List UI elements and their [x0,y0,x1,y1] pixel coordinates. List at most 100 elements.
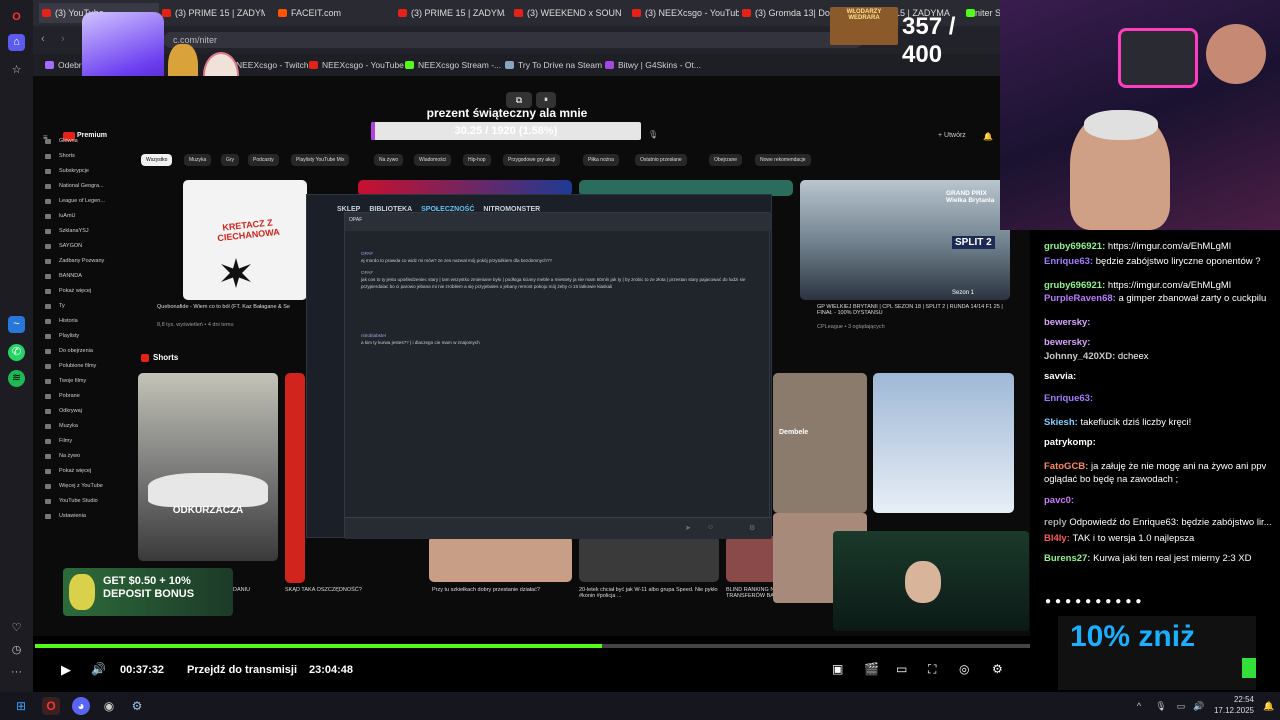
filter-chip[interactable]: Wszystko [141,154,173,166]
sidebar-item[interactable]: Odkrywaj [41,404,131,419]
history-icon[interactable]: ◷ [8,642,25,659]
play-icon[interactable]: ▶ [61,662,71,678]
chat-username[interactable]: Skiesh: [1044,417,1078,428]
chevron-up-icon[interactable]: ^ [1130,697,1148,715]
short-title[interactable]: Przy tu szkiełkach dobry przestanie dzia… [432,587,540,593]
sidebar-item[interactable]: Historia [41,314,131,329]
filter-chip[interactable]: Ostatnio przesłane [635,154,687,166]
chat-message[interactable]: savvia: [1044,370,1274,383]
chat-username[interactable]: bewersky: [1044,317,1090,328]
theater-icon[interactable]: ▭ [896,662,907,676]
sidebar-item[interactable]: Do obejrzenia [41,344,131,359]
clock-time[interactable]: 22:54 [1204,695,1254,704]
sidebar-item[interactable]: Twoje filmy [41,374,131,389]
thumbnail-grand-prix[interactable]: GRAND PRIX Wielka Brytania SPLIT 2 Sezon… [800,180,1010,300]
short-title[interactable]: DANIU [233,587,250,593]
chat-message[interactable]: Enrique63: [1044,392,1274,405]
short-title[interactable]: SKĄD TAKA OSZCZĘDNOŚĆ? [285,587,362,593]
volume-icon[interactable]: 🔊 [91,662,106,676]
chat-username[interactable]: bewersky: [1044,337,1090,348]
chat-message[interactable]: Bl4ly: TAK i to wersja 1.0 najlepsza [1044,532,1274,545]
speed-icon[interactable]: ◎ [959,662,969,676]
filter-chip[interactable]: Piłka nożna [583,154,619,166]
short-red[interactable] [285,373,305,583]
bookmark-steam[interactable]: Try To Drive na Steam [505,57,602,73]
sidebar-item[interactable]: SzklanaYSJ [41,224,131,239]
filter-chip[interactable]: Hip-hop [463,154,491,166]
notification-icon[interactable]: 🔔 [1260,697,1278,715]
video-title[interactable]: Quebonafide - Wiem co to ból (FT. Kaz Ba… [157,304,290,310]
tab-weekend[interactable]: (3) WEEKEND x SOUN [511,3,623,23]
tab-prime-2[interactable]: (3) PRIME 15 | ZADYMA [395,3,505,23]
seek-bar[interactable] [35,644,1030,648]
sidebar-item[interactable]: National Geogra... [41,179,131,194]
go-live-button[interactable]: Przejdź do transmisji [187,664,297,676]
pip-icon[interactable]: ▣ [832,662,843,676]
sidebar-item[interactable]: Filmy [41,434,131,449]
sidebar-item[interactable]: Polubione filmy [41,359,131,374]
chat-username[interactable]: patrykomp: [1044,437,1096,448]
sidebar-item[interactable]: Pokaż więcej [41,284,131,299]
bookmark-youtube[interactable]: NEEXcsgo - YouTube [309,57,404,73]
discord-icon[interactable]: ◕ [72,697,90,715]
chat-message[interactable]: pavc0: [1044,494,1274,507]
chat-message[interactable]: Enrique63: będzie zabójstwo liryczne opo… [1044,255,1274,268]
opera-logo-icon[interactable]: O [8,9,25,26]
steam-icon[interactable]: ⚙ [128,697,146,715]
chat-username[interactable]: gruby696921: [1044,280,1105,291]
filter-chip[interactable]: Muzyka [184,154,212,166]
sidebar-item[interactable]: Na żywo [41,449,131,464]
short-szkielka[interactable] [429,536,572,582]
chat-message[interactable]: PurpleRaven68: a gimper zbanował zarty o… [1044,292,1274,305]
heart-icon[interactable]: ♡ [8,620,25,637]
chat-username[interactable]: Enrique63: [1044,256,1093,267]
filter-chip[interactable]: Playlisty YouTube Mix [291,154,350,166]
chat-message[interactable]: Burens27: Kurwa jaki ten real jest miern… [1044,552,1274,565]
chat-username[interactable]: PurpleRaven68: [1044,293,1116,304]
short-dembele[interactable]: Dembele [773,373,867,513]
short-odkurzacza[interactable]: ODKURZACZA [138,373,278,561]
chat-username[interactable]: Enrique63: [1044,393,1093,404]
sidebar-item[interactable]: Shorts [41,149,131,164]
chat-username[interactable]: pavc0: [1044,495,1074,506]
mic-icon[interactable]: 🎙 [1152,697,1170,715]
sidebar-item[interactable]: YouTube Studio [41,494,131,509]
chat-message[interactable]: Skiesh: takefiucik dziś liczby kręci! [1044,416,1274,429]
network-icon[interactable]: ▭ [1172,697,1190,715]
deposit-bonus-banner[interactable]: GET $0.50 + 10% DEPOSIT BONUS [63,568,233,616]
filter-chip[interactable]: Na żywo [374,154,404,166]
send-icon[interactable]: ➤ [685,524,691,532]
tab-neexcsgo[interactable]: (3) NEEXcsgo - YouTube [629,3,739,23]
filter-chip[interactable]: Gry [221,154,240,166]
emoji-icon[interactable]: ☺ [707,524,714,531]
create-button[interactable]: + Utwórz [938,132,966,139]
more-icon[interactable]: ··· [8,664,25,681]
sidebar-item[interactable]: Muzyka [41,419,131,434]
back-icon[interactable]: ‹ [41,33,45,45]
chat-message[interactable]: Johnny_420XD: dcheex [1044,350,1274,363]
tab-prime-1[interactable]: (3) PRIME 15 | ZADYMA [159,3,265,23]
gear-icon[interactable]: ⚙ [992,662,1003,676]
short-snow[interactable] [873,373,1014,513]
chat-username[interactable]: Bl4ly: [1044,533,1070,544]
bookmark-odebr[interactable]: Odebr [45,57,82,73]
settings-icon[interactable]: ⚙ [749,524,755,532]
filter-chip[interactable]: Wiadomości [414,154,452,166]
bell-icon[interactable]: 🔔 [983,132,993,141]
whatsapp-icon[interactable]: ✆ [8,344,25,361]
video-title[interactable]: GP WIELKIEJ BRYTANII | CPL SEZON 18 | SP… [817,304,1007,316]
obs-icon[interactable]: ◉ [100,697,118,715]
sidebar-item[interactable]: Playlisty [41,329,131,344]
sidebar-item[interactable]: BANNDA [41,269,131,284]
thumbnail-kretacz[interactable]: KRETACZ Z CIECHANOWA [183,180,307,300]
bookmark-g4skins[interactable]: Bitwy | G4Skins - Ot... [605,57,701,73]
short-konin[interactable] [579,536,719,582]
filter-chip[interactable]: Podcasty [248,154,279,166]
filter-chip[interactable]: Przygodowe gry akcji [503,154,561,166]
sidebar-item[interactable]: Zadbany Pozwany [41,254,131,269]
tab-faceit[interactable]: FACEIT.com [275,3,385,23]
chat-username[interactable]: Johnny_420XD: [1044,351,1115,362]
chat-username[interactable]: savvia: [1044,371,1076,382]
windows-start-icon[interactable]: ⊞ [12,697,30,715]
sidebar-item[interactable]: Więcej z YouTube [41,479,131,494]
